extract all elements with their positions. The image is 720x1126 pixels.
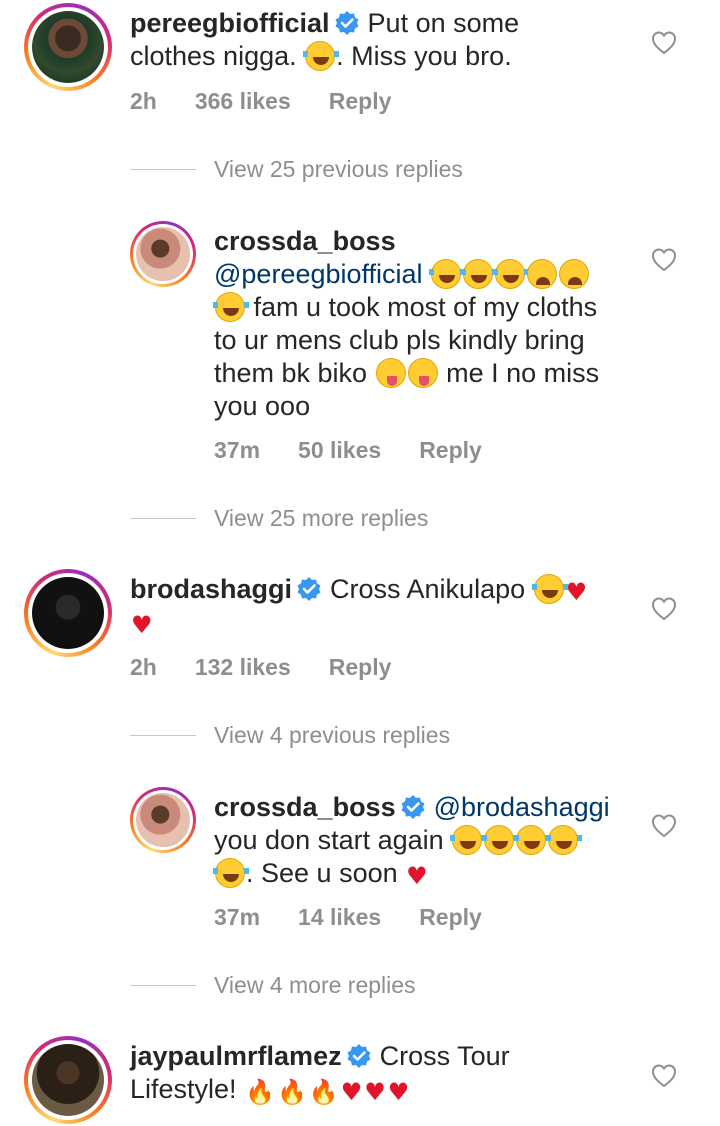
comment-text: you don start again: [214, 825, 444, 855]
avatar[interactable]: [24, 1036, 112, 1124]
red-heart-emoji-icon: ♥: [131, 611, 153, 639]
verified-badge-icon: [297, 577, 321, 601]
comment-body: pereegbiofficial Put on some clothes nigg…: [130, 7, 630, 73]
laughing-emoji-icon: [531, 574, 568, 604]
comment-meta: 2h 366 likes Reply: [130, 88, 429, 115]
weary-emoji-icon: [527, 259, 558, 289]
comment-meta: 37m 50 likes Reply: [214, 437, 520, 464]
timestamp: 2h: [130, 88, 157, 114]
verified-badge-icon: [335, 11, 359, 35]
comment-body: jaypaulmrflamez Cross Tour Lifestyle! 🔥🔥🔥…: [130, 1040, 630, 1106]
reply-button[interactable]: Reply: [329, 654, 392, 680]
comment-text: . See u soon: [246, 858, 398, 888]
zany-emoji-icon: [407, 358, 438, 388]
comment-text: Cross Anikulapo: [330, 574, 526, 604]
fire-emoji-icon: 🔥: [308, 1078, 339, 1106]
view-previous-replies-link[interactable]: View 4 previous replies: [130, 722, 450, 749]
red-heart-emoji-icon: ♥: [387, 1078, 410, 1106]
red-heart-emoji-icon: ♥: [406, 862, 428, 890]
view-previous-replies-link[interactable]: View 25 previous replies: [130, 156, 463, 183]
mention-link[interactable]: @brodashaggi: [434, 792, 610, 822]
laughing-emoji-icon: [482, 825, 519, 855]
comment-text: Put on some: [367, 8, 520, 38]
avatar[interactable]: [24, 3, 112, 91]
comment-text: them bk biko: [214, 358, 368, 388]
laughing-emoji-icon: [450, 825, 487, 855]
likes-count[interactable]: 366 likes: [195, 88, 291, 114]
like-heart-icon[interactable]: [651, 596, 677, 622]
laughing-emoji-icon: [213, 292, 249, 322]
divider: [130, 169, 196, 170]
verified-badge-icon: [401, 795, 425, 819]
laughing-emoji-icon: [461, 259, 498, 289]
comment-text: me I no miss: [446, 358, 600, 388]
avatar[interactable]: [130, 221, 196, 287]
username[interactable]: pereegbiofficial: [130, 8, 330, 38]
laughing-emoji-icon: [213, 858, 249, 888]
laughing-emoji-icon: [429, 259, 466, 289]
comment-meta: 37m 14 likes Reply: [214, 904, 520, 931]
divider: [130, 735, 196, 736]
comment-text: you ooo: [214, 391, 311, 421]
view-more-replies-link[interactable]: View 4 more replies: [130, 972, 416, 999]
comment-body: crossda_boss @brodashaggi you don start a…: [213, 791, 644, 890]
like-heart-icon[interactable]: [651, 813, 677, 839]
zany-emoji-icon: [375, 358, 406, 388]
likes-count[interactable]: 132 likes: [195, 654, 291, 680]
red-heart-emoji-icon: ♥: [340, 1078, 363, 1106]
laughing-emoji-icon: [546, 825, 583, 855]
comment-text: to ur mens club pls kindly bring: [214, 325, 585, 355]
avatar[interactable]: [130, 787, 196, 853]
username[interactable]: jaypaulmrflamez: [130, 1041, 342, 1071]
reply-button[interactable]: Reply: [419, 904, 482, 930]
reply-button[interactable]: Reply: [329, 88, 392, 114]
comment-text: . Miss you bro.: [336, 41, 512, 71]
fire-emoji-icon: 🔥: [245, 1078, 275, 1106]
comment-meta: 2h 132 likes Reply: [130, 654, 429, 681]
comment-text: fam u took most of my cloths: [253, 292, 598, 322]
red-heart-emoji-icon: ♥: [565, 578, 588, 606]
comment-text: Cross Tour: [379, 1041, 510, 1071]
divider: [130, 985, 196, 986]
mention-link[interactable]: @pereegbiofficial: [214, 259, 423, 289]
like-heart-icon[interactable]: [651, 30, 677, 56]
divider: [130, 518, 196, 519]
like-heart-icon[interactable]: [651, 247, 677, 273]
username[interactable]: crossda_boss: [214, 226, 396, 256]
laughing-emoji-icon: [303, 41, 340, 71]
laughing-emoji-icon: [493, 259, 530, 289]
likes-count[interactable]: 50 likes: [298, 437, 381, 463]
comment-text: clothes nigga.: [130, 41, 297, 71]
comment-body: brodashaggi Cross Anikulapo ♥ ♥: [130, 573, 630, 639]
like-heart-icon[interactable]: [651, 1063, 677, 1089]
avatar[interactable]: [24, 569, 112, 657]
comment-body: crossda_boss @pereegbiofficial fam u too…: [213, 225, 634, 423]
fire-emoji-icon: 🔥: [276, 1078, 307, 1106]
verified-badge-icon: [347, 1044, 371, 1068]
username[interactable]: brodashaggi: [130, 574, 292, 604]
reply-button[interactable]: Reply: [419, 437, 482, 463]
timestamp: 37m: [214, 904, 261, 930]
laughing-emoji-icon: [514, 825, 551, 855]
red-heart-emoji-icon: ♥: [364, 1078, 386, 1106]
comment-text: Lifestyle!: [130, 1074, 237, 1104]
weary-emoji-icon: [559, 259, 590, 289]
username[interactable]: crossda_boss: [214, 792, 396, 822]
likes-count[interactable]: 14 likes: [298, 904, 381, 930]
view-more-replies-link[interactable]: View 25 more replies: [130, 505, 428, 532]
timestamp: 2h: [130, 654, 157, 680]
timestamp: 37m: [214, 437, 261, 463]
